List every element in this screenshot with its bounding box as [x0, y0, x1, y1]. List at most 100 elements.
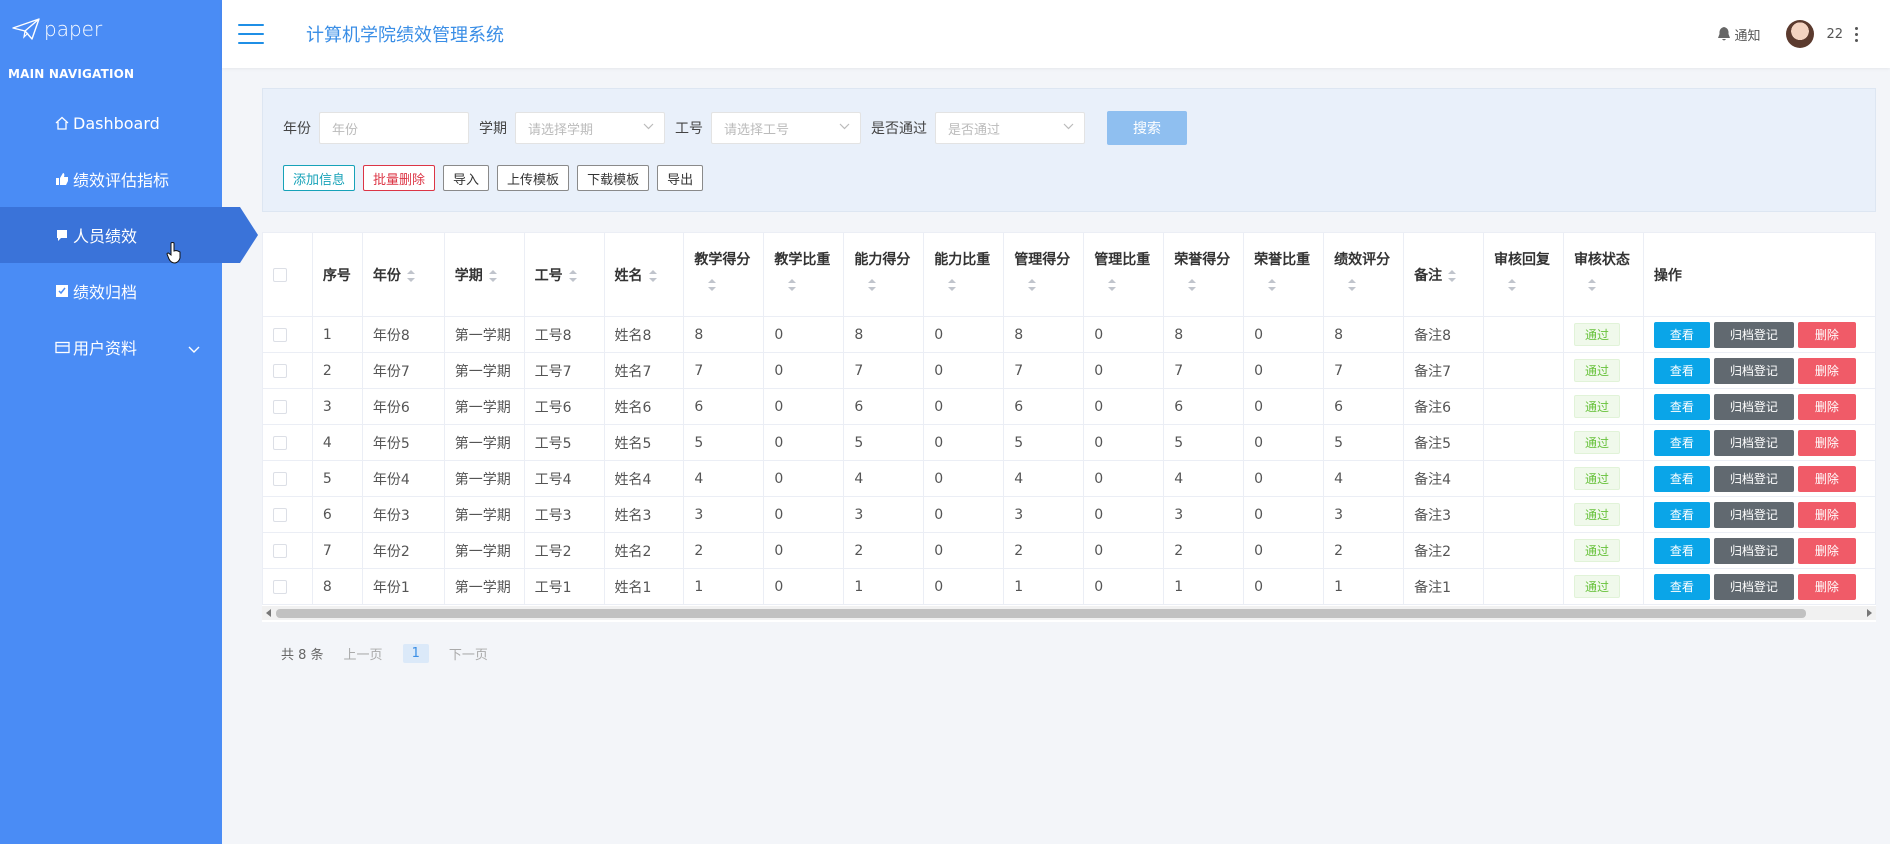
sort-icon[interactable]: [1108, 279, 1117, 291]
delete-button[interactable]: 删除: [1797, 465, 1856, 492]
select-all-checkbox[interactable]: [273, 267, 287, 282]
notification-button[interactable]: 通知: [1717, 25, 1760, 44]
prev-page-button[interactable]: 上一页: [344, 644, 383, 663]
import-button[interactable]: 导入: [443, 165, 490, 191]
col-header[interactable]: 备注: [1403, 232, 1484, 317]
scroll-right-icon[interactable]: [1867, 609, 1872, 617]
delete-button[interactable]: 删除: [1797, 501, 1856, 528]
col-header[interactable]: 审核回复: [1482, 232, 1564, 317]
row-checkbox[interactable]: [273, 579, 287, 594]
sort-icon[interactable]: [1587, 279, 1596, 291]
delete-button[interactable]: 删除: [1797, 357, 1856, 384]
row-checkbox[interactable]: [273, 507, 287, 522]
row-checkbox[interactable]: [273, 543, 287, 558]
sort-icon[interactable]: [788, 279, 797, 291]
sort-icon[interactable]: [1348, 279, 1357, 291]
view-button[interactable]: 查看: [1653, 357, 1710, 384]
sidebar-item-dashboard[interactable]: Dashboard: [0, 95, 222, 151]
term-select[interactable]: 请选择学期: [515, 112, 665, 144]
table-cell: 工号8: [523, 316, 605, 353]
sort-icon[interactable]: [1188, 279, 1197, 291]
col-header[interactable]: 管理得分: [1003, 232, 1085, 317]
delete-button[interactable]: 删除: [1797, 393, 1856, 420]
sort-icon[interactable]: [1448, 269, 1457, 282]
view-button[interactable]: 查看: [1653, 393, 1710, 420]
next-page-button[interactable]: 下一页: [449, 644, 488, 663]
pass-select[interactable]: 是否通过: [935, 112, 1085, 144]
delete-button[interactable]: 删除: [1797, 537, 1856, 564]
row-checkbox[interactable]: [273, 327, 287, 342]
add-button[interactable]: 添加信息: [283, 165, 356, 191]
scroll-left-icon[interactable]: [266, 609, 271, 617]
upload-template-button[interactable]: 上传模板: [497, 165, 570, 191]
col-header[interactable]: 学期: [443, 232, 525, 317]
export-button[interactable]: 导出: [657, 165, 704, 191]
view-button[interactable]: 查看: [1653, 573, 1710, 600]
table-cell: 第一学期: [443, 532, 525, 569]
archive-register-button[interactable]: 归档登记: [1713, 429, 1794, 456]
row-checkbox[interactable]: [273, 435, 287, 450]
year-input[interactable]: 年份: [319, 112, 469, 144]
view-button[interactable]: 查看: [1653, 321, 1710, 348]
col-header[interactable]: 年份: [361, 232, 445, 317]
sidebar-item-kpi[interactable]: 绩效评估指标: [0, 151, 222, 207]
page-number-current[interactable]: 1: [402, 644, 429, 663]
sort-icon[interactable]: [406, 269, 415, 282]
total-count: 共 8 条: [281, 648, 324, 663]
col-header[interactable]: 审核状态: [1562, 232, 1644, 317]
horizontal-scrollbar[interactable]: [262, 606, 1876, 620]
row-checkbox[interactable]: [273, 363, 287, 378]
batch-delete-button[interactable]: 批量删除: [363, 165, 436, 191]
search-button[interactable]: 搜索: [1107, 111, 1187, 145]
table-cell: 3: [1003, 496, 1085, 533]
download-template-button[interactable]: 下载模板: [577, 165, 650, 191]
sort-icon[interactable]: [708, 279, 717, 291]
avatar[interactable]: [1786, 20, 1815, 48]
delete-button[interactable]: 删除: [1797, 429, 1856, 456]
sort-icon[interactable]: [1507, 279, 1516, 291]
col-header[interactable]: 工号: [523, 232, 605, 317]
sort-icon[interactable]: [1268, 279, 1277, 291]
archive-register-button[interactable]: 归档登记: [1713, 573, 1794, 600]
scrollbar-thumb[interactable]: [276, 609, 1806, 618]
table-cell: 年份3: [361, 496, 445, 533]
delete-button[interactable]: 删除: [1797, 321, 1856, 348]
sort-icon[interactable]: [568, 269, 577, 282]
sort-icon[interactable]: [868, 279, 877, 291]
logo[interactable]: paper: [0, 0, 222, 58]
view-button[interactable]: 查看: [1653, 537, 1710, 564]
col-header[interactable]: 教学比重: [763, 232, 845, 317]
archive-register-button[interactable]: 归档登记: [1713, 537, 1794, 564]
user-name[interactable]: 22: [1826, 27, 1843, 42]
archive-register-button[interactable]: 归档登记: [1713, 357, 1794, 384]
row-checkbox[interactable]: [273, 399, 287, 414]
sort-icon[interactable]: [488, 269, 497, 282]
sidebar-item-staff-performance[interactable]: 人员绩效: [0, 207, 258, 263]
archive-register-button[interactable]: 归档登记: [1713, 321, 1794, 348]
view-button[interactable]: 查看: [1653, 501, 1710, 528]
col-header[interactable]: 能力得分: [843, 232, 925, 317]
col-header[interactable]: 绩效评分: [1323, 232, 1405, 317]
col-header[interactable]: 教学得分: [683, 232, 765, 317]
archive-register-button[interactable]: 归档登记: [1713, 465, 1794, 492]
sidebar-item-archive[interactable]: 绩效归档: [0, 263, 222, 319]
sort-icon[interactable]: [1028, 279, 1037, 291]
archive-register-button[interactable]: 归档登记: [1713, 393, 1794, 420]
col-header[interactable]: 管理比重: [1083, 232, 1165, 317]
menu-toggle-icon[interactable]: [238, 24, 264, 44]
delete-button[interactable]: 删除: [1797, 573, 1856, 600]
more-options-icon[interactable]: [1855, 26, 1858, 42]
col-header[interactable]: 荣誉比重: [1243, 232, 1325, 317]
archive-register-button[interactable]: 归档登记: [1713, 501, 1794, 528]
sidebar-item-user-profile[interactable]: 用户资料: [0, 319, 222, 375]
view-button[interactable]: 查看: [1653, 429, 1710, 456]
view-button[interactable]: 查看: [1653, 465, 1710, 492]
sort-icon[interactable]: [948, 279, 957, 291]
row-checkbox[interactable]: [273, 471, 287, 486]
sort-icon[interactable]: [648, 269, 657, 282]
col-header[interactable]: 能力比重: [923, 232, 1005, 317]
staff-id-select[interactable]: 请选择工号: [711, 112, 861, 144]
col-header[interactable]: 姓名: [603, 232, 685, 317]
table-cell: 4: [311, 424, 363, 461]
col-header[interactable]: 荣誉得分: [1163, 232, 1245, 317]
